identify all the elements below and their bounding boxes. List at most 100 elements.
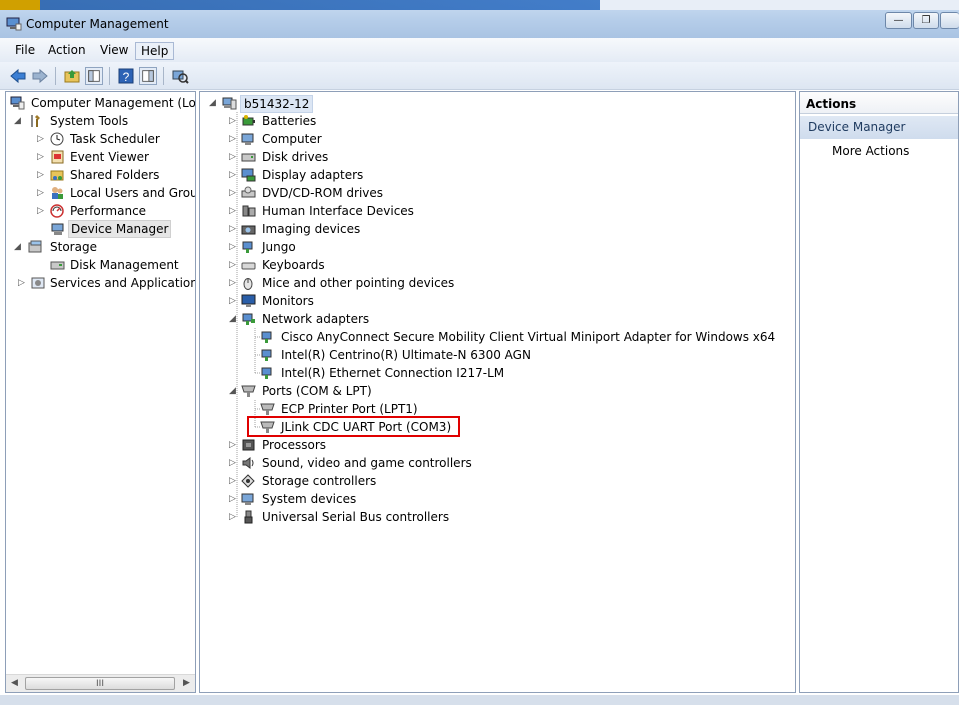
tree-item-local-users[interactable]: ▷ Local Users and Groups (10, 184, 195, 202)
tree-label: b51432-12 (240, 95, 314, 113)
tree-label: DVD/CD-ROM drives (262, 186, 384, 200)
tree-label: Ports (COM & LPT) (262, 384, 372, 398)
scroll-thumb[interactable]: III (25, 677, 175, 690)
tree-label: Jungo (262, 240, 296, 254)
expand-triangle-icon[interactable]: ▷ (228, 238, 237, 256)
collapse-triangle-icon[interactable]: ◢ (13, 238, 22, 256)
expand-triangle-icon[interactable]: ▷ (36, 148, 45, 166)
scroll-right-arrow-icon[interactable]: ▶ (178, 675, 195, 692)
expand-triangle-icon[interactable]: ▷ (228, 148, 237, 166)
network-adapter-icon (261, 367, 272, 379)
tree-label: Human Interface Devices (262, 204, 414, 218)
menu-help[interactable]: Help (135, 42, 175, 60)
tree-label: Monitors (262, 294, 314, 308)
scroll-left-arrow-icon[interactable]: ◀ (6, 675, 23, 692)
system-device-icon (241, 493, 254, 505)
up-folder-icon[interactable] (63, 67, 81, 85)
tree-label: Performance (70, 204, 147, 218)
tree-label: Task Scheduler (70, 132, 160, 146)
expand-triangle-icon[interactable]: ▷ (228, 454, 237, 472)
tree-label: Processors (262, 438, 327, 452)
tree-item-storage[interactable]: ◢ Storage (10, 238, 195, 256)
expand-triangle-icon[interactable]: ▷ (228, 436, 237, 454)
camera-icon (241, 225, 256, 235)
show-hide-console-tree-icon[interactable] (85, 67, 103, 85)
tree-item-event-viewer[interactable]: ▷ Event Viewer (10, 148, 195, 166)
computer-icon (241, 133, 254, 145)
restore-button[interactable]: ❐ (913, 12, 939, 29)
help-icon[interactable]: ? (117, 67, 135, 85)
expand-triangle-icon[interactable]: ▷ (228, 274, 237, 292)
expand-triangle-icon[interactable]: ▷ (228, 490, 237, 508)
computer-icon (222, 97, 237, 110)
expand-triangle-icon[interactable]: ▷ (228, 292, 237, 310)
battery-icon (242, 115, 255, 126)
tree-item-device-manager[interactable]: Device Manager (10, 220, 195, 238)
minimize-button[interactable]: — (885, 12, 912, 29)
expand-triangle-icon[interactable]: ▷ (228, 220, 237, 238)
tree-item-system-tools[interactable]: ◢ System Tools (10, 112, 195, 130)
expand-triangle-icon[interactable]: ▷ (36, 166, 45, 184)
device-manager-icon (51, 223, 64, 235)
tree-label: Keyboards (262, 258, 325, 272)
actions-group-device-manager[interactable]: Device Manager (800, 116, 958, 139)
processor-icon (242, 439, 255, 451)
expand-triangle-icon[interactable]: ▷ (36, 130, 45, 148)
menu-bar: File Action View Help (0, 38, 959, 62)
monitor-icon (241, 294, 256, 307)
network-adapter-icon (261, 349, 272, 361)
menu-file[interactable]: File (10, 42, 40, 60)
port-icon (241, 385, 256, 397)
tree-label: System devices (262, 492, 357, 506)
tree-label: Intel(R) Centrino(R) Ultimate-N 6300 AGN (281, 348, 531, 362)
tree-item-computer-management[interactable]: Computer Management (Local (10, 94, 196, 112)
tree-item-shared-folders[interactable]: ▷ Shared Folders (10, 166, 195, 184)
computer-management-icon (10, 96, 25, 110)
hid-icon (242, 205, 256, 217)
tree-label: Mice and other pointing devices (262, 276, 455, 290)
tree-label: Intel(R) Ethernet Connection I217-LM (281, 366, 505, 380)
usb-icon (244, 510, 253, 524)
expand-triangle-icon[interactable]: ▷ (228, 202, 237, 220)
expand-triangle-icon[interactable]: ▷ (228, 112, 237, 130)
expand-triangle-icon[interactable]: ▷ (228, 256, 237, 274)
expand-triangle-icon[interactable]: ▷ (228, 130, 237, 148)
scan-hardware-icon[interactable] (171, 67, 189, 85)
menu-view[interactable]: View (95, 42, 133, 60)
event-viewer-icon (51, 150, 64, 164)
back-arrow-icon[interactable] (9, 67, 27, 85)
tree-label: Network adapters (262, 312, 370, 326)
tree-label: Computer Management (Local (31, 96, 196, 110)
tree-label: Computer (262, 132, 322, 146)
display-adapter-icon (241, 168, 256, 182)
tree-label: Storage controllers (262, 474, 377, 488)
network-adapter-icon (242, 313, 255, 325)
expand-triangle-icon[interactable]: ▷ (36, 184, 45, 202)
tree-label: Event Viewer (70, 150, 149, 164)
expand-triangle-icon[interactable]: ▷ (17, 274, 26, 292)
collapse-triangle-icon[interactable]: ◢ (228, 310, 237, 328)
mouse-icon (243, 278, 253, 290)
tree-item-services-applications[interactable]: ▷ Services and Applications (10, 274, 195, 292)
tree-item-performance[interactable]: ▷ Performance (10, 202, 195, 220)
collapse-triangle-icon[interactable]: ◢ (208, 94, 217, 112)
tree-item-disk-management[interactable]: Disk Management (10, 256, 195, 274)
expand-triangle-icon[interactable]: ▷ (228, 508, 237, 526)
computer-management-icon (6, 17, 22, 31)
horizontal-scrollbar[interactable]: ◀ III ▶ (6, 674, 195, 692)
expand-triangle-icon[interactable]: ▷ (228, 472, 237, 490)
close-button[interactable] (940, 12, 959, 29)
performance-icon (50, 204, 64, 218)
collapse-triangle-icon[interactable]: ◢ (228, 382, 237, 400)
window-bottom-border (0, 695, 959, 705)
forward-arrow-icon[interactable] (31, 67, 49, 85)
port-icon (260, 403, 275, 415)
collapse-triangle-icon[interactable]: ◢ (13, 112, 22, 130)
more-actions-link[interactable]: More Actions (832, 144, 909, 158)
expand-triangle-icon[interactable]: ▷ (36, 202, 45, 220)
show-hide-action-pane-icon[interactable] (139, 67, 157, 85)
menu-action[interactable]: Action (43, 42, 91, 60)
expand-triangle-icon[interactable]: ▷ (228, 166, 237, 184)
tree-item-task-scheduler[interactable]: ▷ Task Scheduler (10, 130, 195, 148)
expand-triangle-icon[interactable]: ▷ (228, 184, 237, 202)
